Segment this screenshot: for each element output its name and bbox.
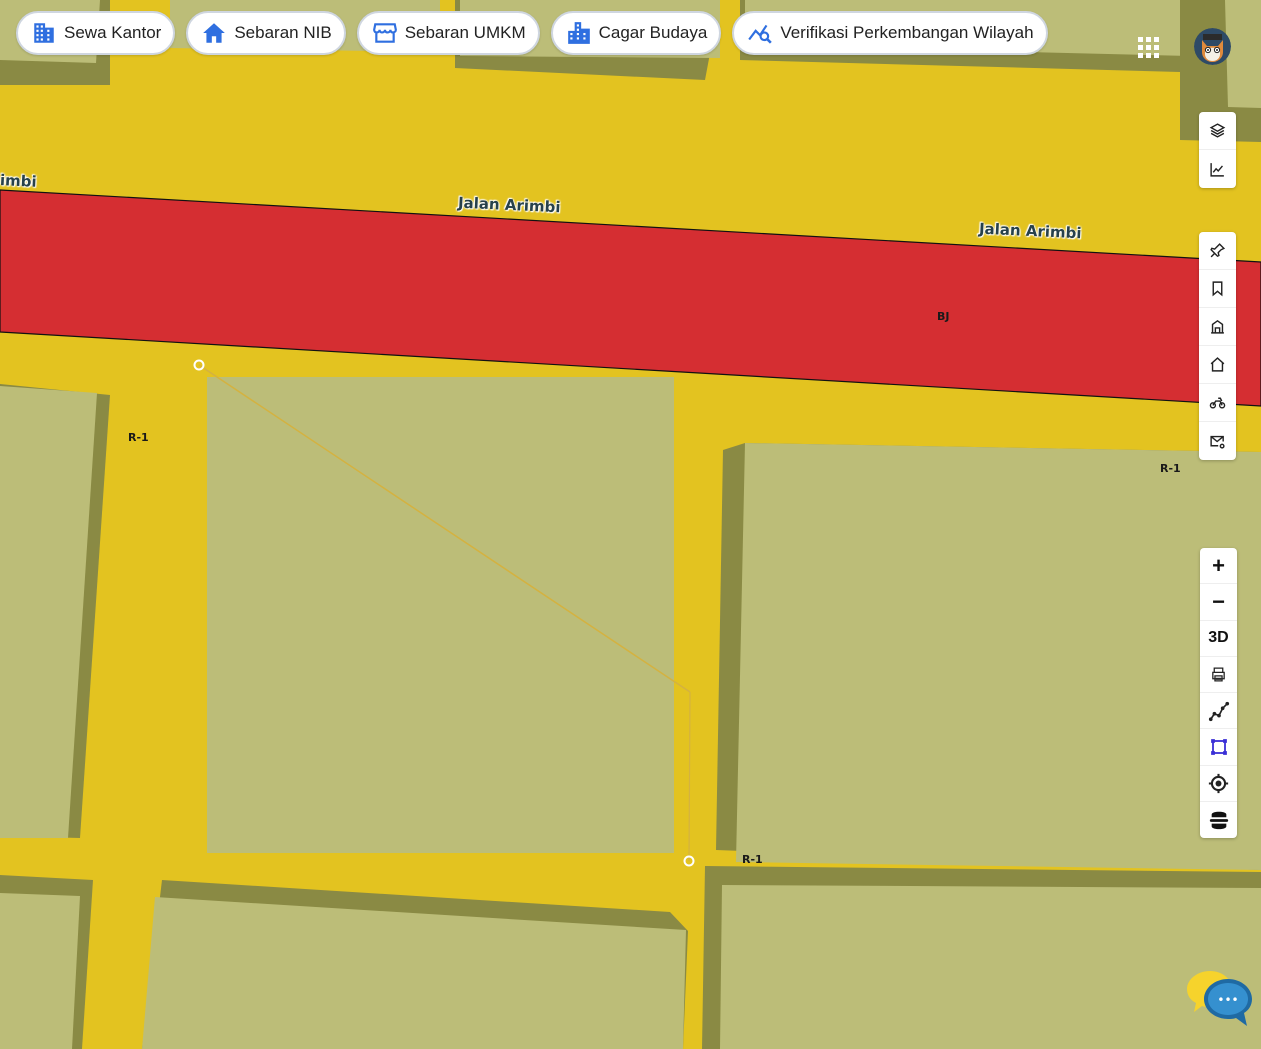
- layers-icon: [1209, 123, 1226, 138]
- pin-icon: [1210, 243, 1226, 258]
- house-icon: [1210, 357, 1225, 372]
- mail-settings-icon: [1210, 435, 1225, 449]
- zone-label: R-1: [1160, 462, 1181, 475]
- quick-filter-bar: Sewa Kantor Sebaran NIB Sebaran UMKM Cag…: [16, 11, 1048, 55]
- chip-label: Sebaran UMKM: [404, 23, 526, 42]
- zoom-out-button[interactable]: −: [1200, 584, 1237, 621]
- chip-sebaran-nib[interactable]: Sebaran NIB: [186, 11, 346, 55]
- chip-label: Sewa Kantor: [64, 23, 162, 42]
- chip-label: Cagar Budaya: [598, 23, 708, 42]
- zone-label: R-1: [742, 853, 763, 866]
- bank-button[interactable]: [1199, 308, 1236, 346]
- chip-sebaran-umkm[interactable]: Sebaran UMKM: [356, 11, 540, 55]
- basemap-stack-icon: [1209, 811, 1228, 830]
- home-icon: [203, 23, 226, 43]
- zone-label: R-1: [128, 431, 149, 444]
- print-button[interactable]: [1200, 657, 1237, 693]
- chip-label: Sebaran NIB: [234, 23, 332, 42]
- measure-area-button[interactable]: [1200, 729, 1237, 766]
- building-block: [736, 443, 1261, 870]
- selected-parcel[interactable]: [207, 377, 674, 853]
- layers-button[interactable]: [1199, 112, 1236, 150]
- motorbike-button[interactable]: [1199, 384, 1236, 422]
- house-button[interactable]: [1199, 346, 1236, 384]
- bookmark-icon: [1212, 281, 1223, 297]
- zoom-in-button[interactable]: +: [1200, 548, 1237, 585]
- tool-panel: [1199, 232, 1236, 460]
- chat-icon[interactable]: •••: [1186, 971, 1254, 1029]
- building-block: [0, 893, 80, 1049]
- my-location-button[interactable]: [1200, 766, 1237, 802]
- map-tools-panel: + − 3D: [1200, 548, 1237, 838]
- basemap-button[interactable]: [1200, 802, 1237, 838]
- polygon-icon: [1210, 739, 1227, 755]
- avatar[interactable]: [1194, 28, 1231, 65]
- chip-label: Verifikasi Perkembangan Wilayah: [780, 23, 1034, 42]
- road-label: imbi: [0, 171, 38, 191]
- pin-button[interactable]: [1199, 232, 1236, 270]
- building-block: [1225, 0, 1261, 108]
- printer-icon: [1212, 667, 1225, 682]
- polyline-icon: [1208, 701, 1229, 721]
- chart-line-icon: [1210, 162, 1224, 177]
- zone-label: BJ: [937, 310, 950, 323]
- bookmark-button[interactable]: [1199, 270, 1236, 308]
- measure-distance-button[interactable]: [1200, 693, 1237, 730]
- chip-verifikasi-perkembangan-wilayah[interactable]: Verifikasi Perkembangan Wilayah: [732, 11, 1048, 55]
- bank-icon: [1211, 319, 1224, 334]
- crosshair-icon: [1208, 773, 1229, 793]
- building-block: [720, 885, 1261, 1049]
- chip-sewa-kantor[interactable]: Sewa Kantor: [16, 11, 176, 55]
- city-icon: [567, 22, 590, 44]
- chip-cagar-budaya[interactable]: Cagar Budaya: [550, 11, 722, 55]
- building-icon: [34, 23, 54, 43]
- 3d-toggle-button[interactable]: 3D: [1200, 621, 1237, 657]
- map-canvas[interactable]: [0, 0, 1261, 1049]
- chart-search-icon: [748, 24, 773, 44]
- layer-panel: [1199, 112, 1236, 188]
- store-icon: [372, 23, 397, 43]
- mail-settings-button[interactable]: [1199, 422, 1236, 460]
- apps-grid-icon[interactable]: [1138, 37, 1160, 59]
- statistics-button[interactable]: [1199, 150, 1236, 188]
- chat-dots: •••: [1217, 993, 1238, 1007]
- motorbike-icon: [1209, 397, 1226, 409]
